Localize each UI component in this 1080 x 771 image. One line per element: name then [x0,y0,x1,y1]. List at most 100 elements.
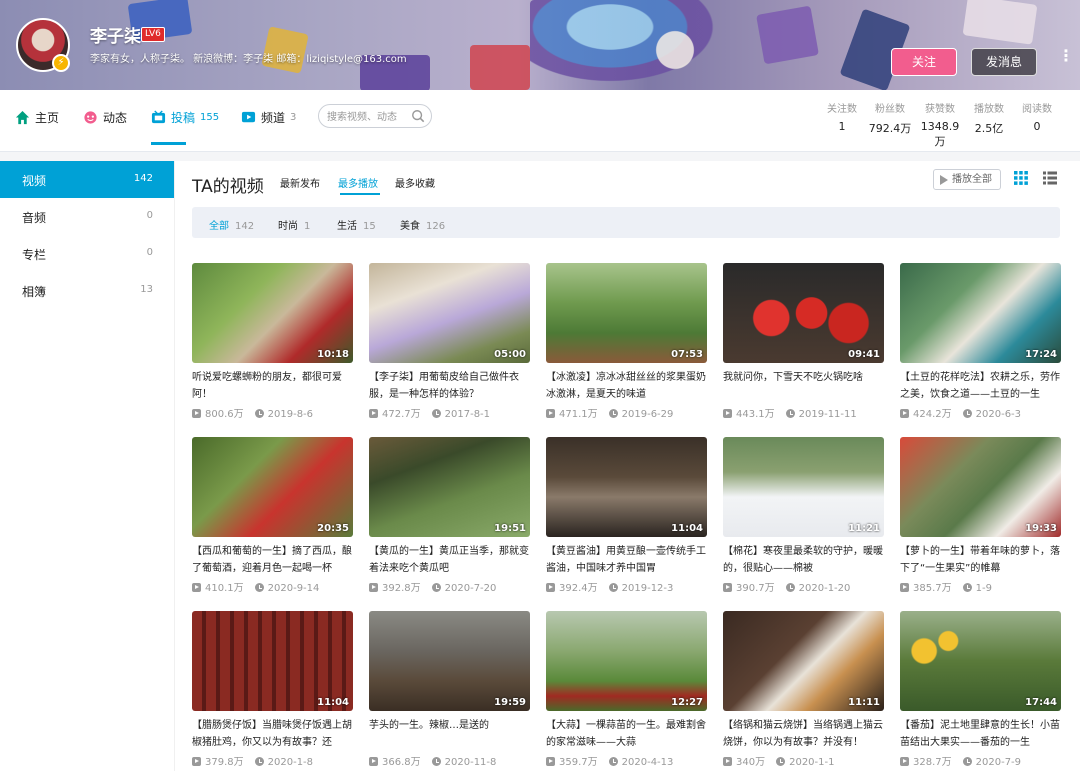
video-card[interactable]: 07:53 【冰激凌】凉冰冰甜丝丝的浆果蛋奶冰激淋，是夏天的味道 471.1万 2… [546,263,707,423]
video-thumbnail[interactable]: 09:41 [723,263,884,363]
video-date: 2019-6-29 [621,409,674,420]
video-card[interactable]: 17:24 【土豆的花样吃法】农耕之乐，劳作之美，饮食之道——土豆的一生 424… [900,263,1061,423]
video-card[interactable]: 10:18 听说爱吃螺蛳粉的朋友，都很可爱阿！ 800.6万 2019-8-6 [192,263,353,423]
video-thumbnail[interactable]: 11:04 [192,611,353,711]
video-card[interactable]: 11:21 【棉花】寒夜里最柔软的守护，暖暖的，很贴心——棉被 390.7万 20… [723,437,884,597]
video-title[interactable]: 【腊肠煲仔饭】当腊味煲仔饭遇上胡椒猪肚鸡，你又以为有故事？还 [192,717,353,751]
video-meta: 359.7万 2020-4-13 [546,753,707,768]
video-meta: 379.8万 2020-1-8 [192,753,353,768]
stat-label: 粉丝数 [875,104,905,115]
play-all-label: 播放全部 [952,174,992,185]
video-card[interactable]: 12:27 【大蒜】一棵蒜苗的一生。最难割舍的家常滋味——大蒜 359.7万 20… [546,611,707,771]
video-thumbnail[interactable]: 07:53 [546,263,707,363]
more-menu-icon[interactable]: ⋮ [1058,48,1074,74]
video-thumbnail[interactable]: 11:11 [723,611,884,711]
stat-value: 1 [838,120,846,133]
video-card[interactable]: 20:35 【西瓜和葡萄的一生】摘了西瓜，酿了葡萄酒，迎着月色一起喝一杯 410… [192,437,353,597]
video-title[interactable]: 【西瓜和葡萄的一生】摘了西瓜，酿了葡萄酒，迎着月色一起喝一杯 [192,543,353,577]
play-all-button[interactable]: 播放全部 [933,169,1001,190]
video-thumbnail[interactable]: 19:59 [369,611,530,711]
video-card[interactable]: 11:11 【络锅和猫云烧饼】当络锅遇上猫云烧饼，你以为有故事？并没有！ 340… [723,611,884,771]
clock-icon [431,583,441,592]
tab-home-label: 主页 [35,110,60,125]
message-button[interactable]: 发消息 [971,48,1037,76]
video-thumbnail[interactable]: 19:51 [369,437,530,537]
video-date: 2017-8-1 [444,409,491,420]
video-date: 1-9 [975,583,992,594]
video-date: 2020-7-20 [444,583,497,594]
follow-button[interactable]: 关注 [891,48,957,76]
video-title[interactable]: 听说爱吃螺蛳粉的朋友，都很可爱阿！ [192,369,353,403]
filter-life[interactable]: 生活 15 [337,217,376,232]
filter-fashion[interactable]: 时尚 1 [278,217,310,232]
sidebar-item-count: 142 [133,173,153,184]
video-thumbnail[interactable]: 11:04 [546,437,707,537]
profile-banner: ⚡ 李子柒 LV6 李家有女，人称子柒。 新浪微博：李子柒 邮箱：liziqis… [0,0,1080,90]
video-duration: 19:51 [494,523,526,534]
video-thumbnail[interactable]: 11:21 [723,437,884,537]
video-thumbnail[interactable]: 12:27 [546,611,707,711]
video-card[interactable]: 19:59 芋头的一生。辣椒…是送的 366.8万 2020-11-8 [369,611,530,771]
sidebar-item-audio[interactable]: 音频 0 [0,198,174,235]
video-card[interactable]: 09:41 我就问你，下雪天不吃火锅吃啥 443.1万 2019-11-11 [723,263,884,423]
tab-uploads[interactable]: 投稿 155 [151,90,219,144]
video-plays: 385.7万 [913,583,952,594]
tab-channel[interactable]: 频道 3 [241,90,296,144]
video-title[interactable]: 【萝卜的一生】带着年味的萝卜，落下了“一生果实”的帷幕 [900,543,1061,577]
search-input[interactable] [327,109,407,125]
stat-followers[interactable]: 粉丝数 792.4万 [868,100,912,136]
video-title[interactable]: 我就问你，下雪天不吃火锅吃啥 [723,369,884,403]
tab-channel-label: 频道 [261,110,286,125]
tab-home[interactable]: 主页 [15,90,59,144]
video-thumbnail[interactable]: 17:44 [900,611,1061,711]
video-title[interactable]: 【番茄】泥土地里肆意的生长！小苗苗结出大果实——番茄的一生 [900,717,1061,751]
clock-icon [431,409,441,418]
video-plays: 410.1万 [205,583,244,594]
video-card[interactable]: 17:44 【番茄】泥土地里肆意的生长！小苗苗结出大果实——番茄的一生 328.… [900,611,1061,771]
grid-view-icon[interactable] [1014,171,1028,185]
filter-food[interactable]: 美食 126 [400,217,445,232]
video-thumbnail[interactable]: 20:35 [192,437,353,537]
tab-dynamic[interactable]: 动态 [83,90,127,144]
sort-tab-most-favorited[interactable]: 最多收藏 [395,175,435,190]
video-title[interactable]: 芋头的一生。辣椒…是送的 [369,717,530,751]
list-view-icon[interactable] [1043,171,1057,185]
video-title[interactable]: 【黄豆酱油】用黄豆酿一壶传统手工酱油，中国味才养中国胃 [546,543,707,577]
video-title[interactable]: 【黄瓜的一生】黄瓜正当季，那就变着法来吃个黄瓜吧 [369,543,530,577]
video-title[interactable]: 【络锅和猫云烧饼】当络锅遇上猫云烧饼，你以为有故事？并没有！ [723,717,884,751]
sort-tab-latest[interactable]: 最新发布 [280,175,320,190]
video-title[interactable]: 【棉花】寒夜里最柔软的守护，暖暖的，很贴心——棉被 [723,543,884,577]
sidebar-item-video[interactable]: 视频 142 [0,161,174,198]
video-meta: 471.1万 2019-6-29 [546,405,707,420]
video-date: 2020-1-8 [267,757,314,768]
filter-all[interactable]: 全部 142 [209,217,254,232]
level-badge: LV6 [141,27,165,42]
filter-count: 126 [426,221,446,232]
video-card[interactable]: 19:51 【黄瓜的一生】黄瓜正当季，那就变着法来吃个黄瓜吧 392.8万 202… [369,437,530,597]
video-title[interactable]: 【土豆的花样吃法】农耕之乐，劳作之美，饮食之道——土豆的一生 [900,369,1061,403]
video-title[interactable]: 【大蒜】一棵蒜苗的一生。最难割舍的家常滋味——大蒜 [546,717,707,751]
video-title[interactable]: 【冰激凌】凉冰冰甜丝丝的浆果蛋奶冰激淋，是夏天的味道 [546,369,707,403]
video-thumbnail[interactable]: 19:33 [900,437,1061,537]
stat-following[interactable]: 关注数 1 [820,100,864,133]
search-icon[interactable] [411,109,425,123]
stat-value: 2.5亿 [974,122,1004,135]
video-thumbnail[interactable]: 05:00 [369,263,530,363]
video-title[interactable]: 【李子柒】用葡萄皮给自己做件衣服，是一种怎样的体验？ [369,369,530,403]
filter-count: 1 [304,221,311,232]
video-date: 2020-11-8 [444,757,497,768]
video-card[interactable]: 19:33 【萝卜的一生】带着年味的萝卜，落下了“一生果实”的帷幕 385.7万… [900,437,1061,597]
clock-icon [785,583,795,592]
video-date: 2020-9-14 [267,583,320,594]
video-card[interactable]: 11:04 【腊肠煲仔饭】当腊味煲仔饭遇上胡椒猪肚鸡，你又以为有故事？还 379… [192,611,353,771]
video-duration: 11:04 [317,697,349,708]
sort-tab-most-played[interactable]: 最多播放 [338,175,378,190]
video-thumbnail[interactable]: 17:24 [900,263,1061,363]
stat-label: 获赞数 [925,104,955,115]
sidebar-item-articles[interactable]: 专栏 0 [0,235,174,272]
video-card[interactable]: 11:04 【黄豆酱油】用黄豆酿一壶传统手工酱油，中国味才养中国胃 392.4万… [546,437,707,597]
play-count-icon [723,409,732,418]
sidebar-item-albums[interactable]: 相簿 13 [0,272,174,309]
video-card[interactable]: 05:00 【李子柒】用葡萄皮给自己做件衣服，是一种怎样的体验？ 472.7万 2… [369,263,530,423]
video-thumbnail[interactable]: 10:18 [192,263,353,363]
